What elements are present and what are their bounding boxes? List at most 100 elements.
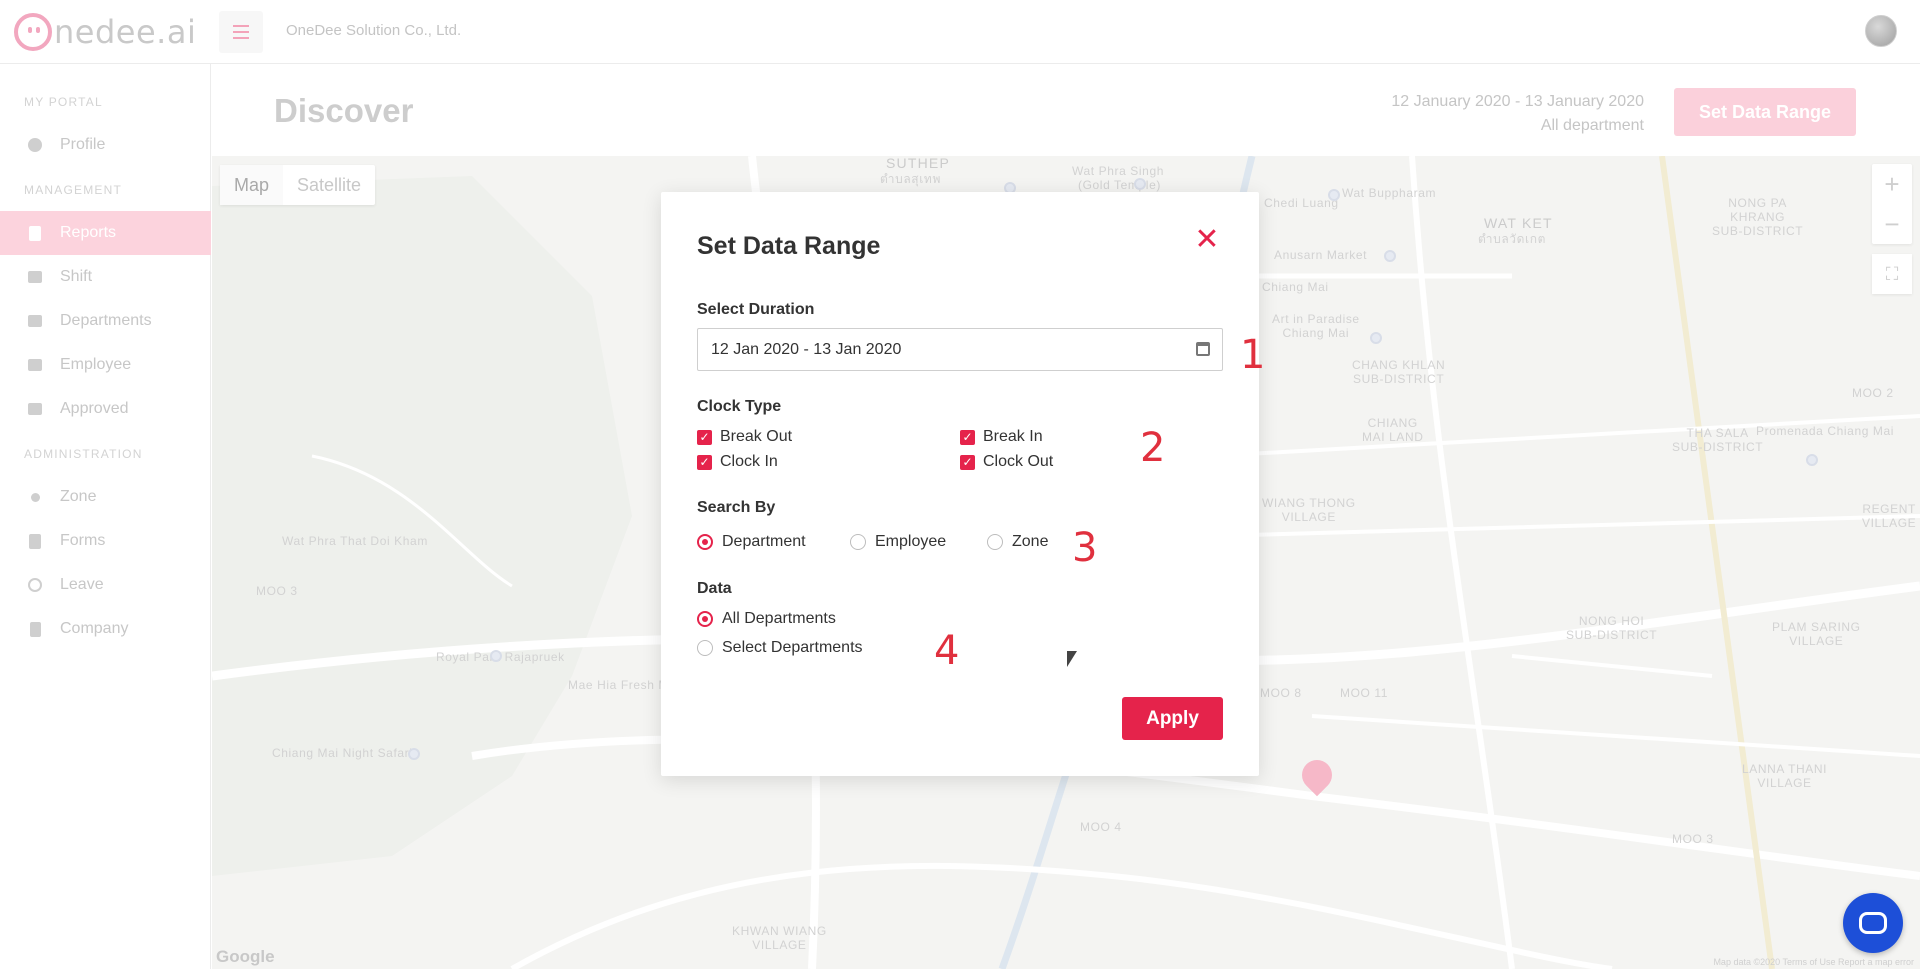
hamburger-menu-button[interactable] (219, 11, 263, 53)
sidebar-item-label: Departments (60, 312, 152, 329)
poi-icon (490, 650, 502, 662)
sidebar-item-label: Company (60, 620, 129, 637)
duration-label: Select Duration (697, 301, 815, 318)
fullscreen-icon: ⛶ (1885, 263, 1899, 284)
user-circle-icon (28, 138, 42, 152)
map-type-toggle: Map Satellite (220, 165, 376, 205)
map-label: MOO 8 (1260, 686, 1302, 700)
map-label: NONG HOI SUB-DISTRICT (1566, 614, 1658, 642)
hamburger-icon (233, 25, 249, 27)
radio-search-employee[interactable]: Employee (850, 533, 946, 551)
fullscreen-button[interactable]: ⛶ (1872, 254, 1912, 294)
checkbox-clock-out[interactable]: ✓ Clock Out (960, 453, 1053, 471)
map-type-map-button[interactable]: Map (220, 165, 284, 205)
radio-all-departments[interactable]: All Departments (697, 610, 836, 628)
checkbox-label: Break Out (720, 428, 793, 445)
duration-date-input[interactable]: 12 Jan 2020 - 13 Jan 2020 (697, 328, 1223, 371)
onedee-logo[interactable]: nedee.ai (14, 12, 196, 52)
data-label: Data (697, 580, 732, 597)
map-label: Wat Buppharam (1342, 186, 1437, 200)
clipboard-icon (28, 533, 42, 549)
sidebar-item-reports[interactable]: Reports (0, 211, 211, 255)
top-bar: nedee.ai OneDee Solution Co., Ltd. (0, 0, 1920, 64)
sidebar-item-leave[interactable]: Leave (0, 563, 211, 607)
map-label: (Gold Temple) (1078, 178, 1161, 192)
mouse-cursor-icon (1067, 651, 1077, 667)
inbox-icon (28, 402, 42, 416)
google-logo: Google (216, 947, 275, 966)
map-label: MOO 11 (1340, 686, 1389, 700)
scope-text: All department (1540, 117, 1644, 134)
poi-icon (1370, 332, 1382, 344)
sidebar-item-label: Shift (60, 268, 93, 285)
map-label: THA SALA SUB-DISTRICT (1672, 426, 1764, 454)
map-pin-icon (28, 490, 42, 504)
zoom-in-button[interactable]: + (1872, 164, 1912, 204)
map-label: Promenada Chiang Mai (1756, 424, 1895, 438)
radio-label: Zone (1012, 533, 1049, 550)
calendar-icon[interactable] (1196, 342, 1210, 356)
clock-type-label: Clock Type (697, 398, 782, 415)
poi-icon (1384, 250, 1396, 262)
sidebar: MY PORTAL Profile MANAGEMENT Reports Shi… (0, 64, 211, 969)
map-label: CHANG KHLAN SUB-DISTRICT (1352, 358, 1446, 386)
sidebar-item-label: Leave (60, 576, 104, 593)
sidebar-item-zone[interactable]: Zone (0, 475, 211, 519)
sidebar-item-label: Forms (60, 532, 106, 549)
poi-icon (1328, 189, 1340, 201)
checkbox-checked-icon: ✓ (960, 429, 975, 445)
checkbox-label: Clock Out (983, 453, 1054, 470)
sidebar-item-approved[interactable]: Approved (0, 387, 211, 431)
checkbox-break-in[interactable]: ✓ Break In (960, 428, 1043, 446)
checkbox-label: Break In (983, 428, 1043, 445)
modal-title: Set Data Range (697, 232, 881, 260)
radio-label: Employee (875, 533, 947, 550)
file-icon (28, 225, 42, 241)
map-type-satellite-button[interactable]: Satellite (283, 165, 375, 205)
sidebar-item-shift[interactable]: Shift (0, 255, 211, 299)
duration-value: 12 Jan 2020 - 13 Jan 2020 (711, 340, 902, 358)
apply-button[interactable]: Apply (1122, 697, 1223, 740)
radio-unselected-icon (987, 534, 1003, 550)
checkbox-clock-in[interactable]: ✓ Clock In (697, 453, 778, 471)
map-label: PLAM SARING VILLAGE (1772, 620, 1861, 648)
map-label: Mae Hia Fresh M (568, 678, 670, 692)
sidebar-item-label: Zone (60, 488, 97, 505)
sidebar-item-forms[interactable]: Forms (0, 519, 211, 563)
close-icon[interactable]: ✕ (1193, 225, 1221, 255)
sidebar-item-company[interactable]: Company (0, 607, 211, 651)
sidebar-item-employee[interactable]: Employee (0, 343, 211, 387)
radio-unselected-icon (850, 534, 866, 550)
set-data-range-button[interactable]: Set Data Range (1674, 88, 1856, 136)
radio-select-departments[interactable]: Select Departments (697, 639, 863, 657)
chat-bubble-icon (1859, 912, 1887, 934)
sidebar-item-label: Approved (60, 400, 129, 417)
map-label: KHWAN WIANG VILLAGE (732, 924, 827, 952)
map-label: MOO 2 (1852, 386, 1894, 400)
company-name: OneDee Solution Co., Ltd. (286, 22, 462, 39)
radio-label: All Departments (722, 610, 836, 627)
building-icon (28, 621, 42, 637)
zoom-out-button[interactable]: − (1872, 204, 1912, 244)
map-label: NONG PA KHRANG SUB-DISTRICT (1712, 196, 1804, 238)
radio-search-department[interactable]: Department (697, 533, 806, 551)
sidebar-item-label: Profile (60, 136, 106, 153)
poi-icon (1806, 454, 1818, 466)
poi-icon (408, 748, 420, 760)
sidebar-item-profile[interactable]: Profile (0, 123, 211, 167)
chat-launcher-button[interactable] (1843, 893, 1903, 953)
map-label: WIANG THONG VILLAGE (1262, 496, 1356, 524)
map-attribution[interactable]: Map data ©2020 Terms of Use Report a map… (1713, 957, 1914, 967)
checkbox-checked-icon: ✓ (697, 429, 712, 445)
radio-unselected-icon (697, 640, 713, 656)
map-label: SUTHEP (886, 156, 950, 171)
checkbox-break-out[interactable]: ✓ Break Out (697, 428, 792, 446)
annotation-number: 1 (1240, 332, 1266, 378)
sidebar-item-label: Reports (60, 224, 117, 241)
annotation-number: 3 (1072, 525, 1098, 571)
page-header: Discover 12 January 2020 - 13 January 20… (212, 64, 1920, 156)
user-avatar[interactable] (1865, 15, 1897, 47)
annotation-number: 2 (1140, 425, 1166, 471)
sidebar-item-departments[interactable]: Departments (0, 299, 211, 343)
radio-search-zone[interactable]: Zone (987, 533, 1048, 551)
